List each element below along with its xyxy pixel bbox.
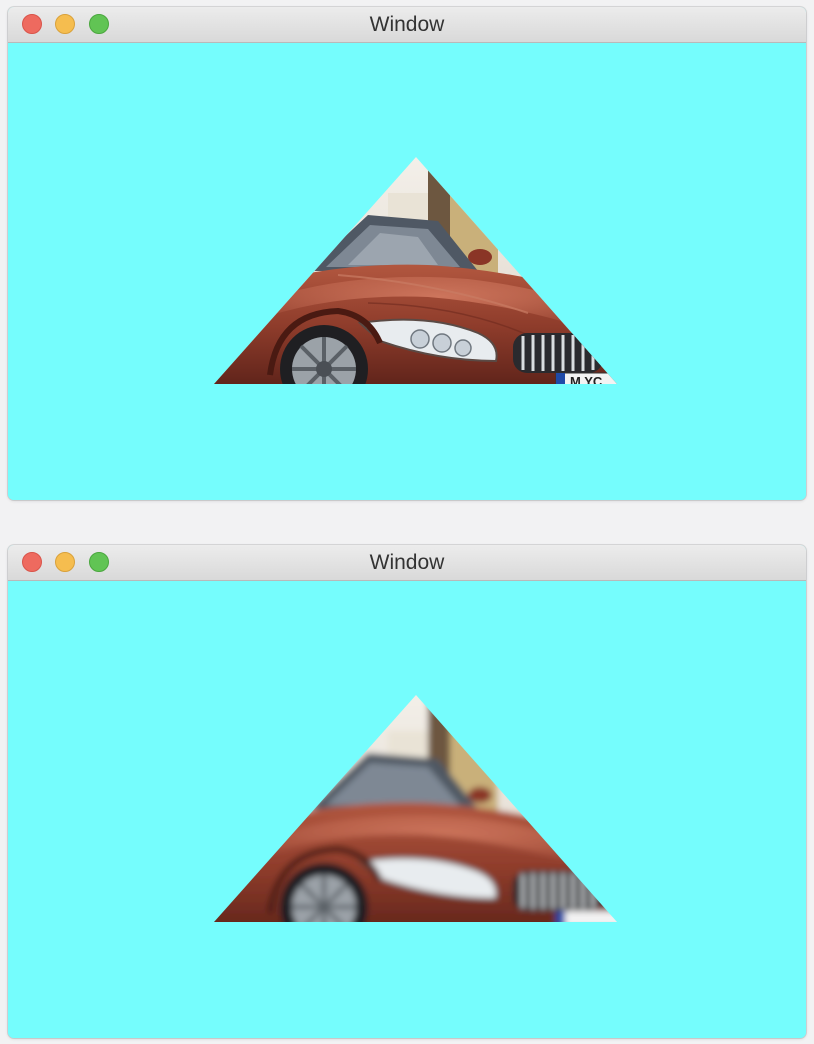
title-bar[interactable]: Window xyxy=(8,7,806,43)
window-content: M YC xyxy=(8,43,806,500)
window-title: Window xyxy=(369,13,445,36)
title-bar[interactable]: Window xyxy=(8,545,806,581)
window-blurred: Window xyxy=(8,545,806,1038)
license-plate-text: M YC xyxy=(570,374,603,389)
window-sharp: Window M YC xyxy=(8,7,806,500)
window-content xyxy=(8,581,806,1038)
window-title: Window xyxy=(369,551,445,574)
triangle-image-blurred xyxy=(214,695,617,922)
triangle-image: M YC xyxy=(214,157,617,389)
